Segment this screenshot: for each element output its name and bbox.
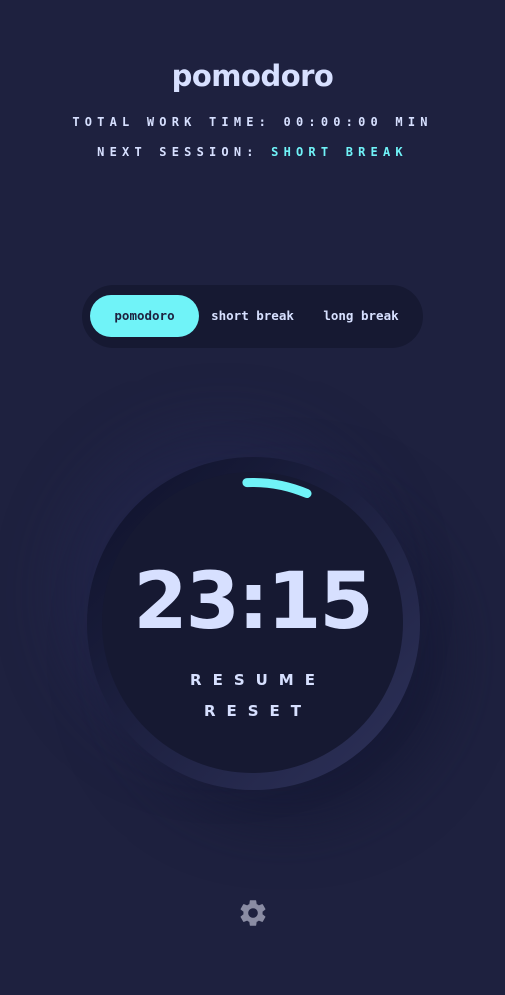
timer-time: 23:15	[133, 557, 373, 647]
total-work-time-label: TOTAL WORK TIME:	[72, 115, 272, 129]
total-work-time-unit: MIN	[395, 115, 433, 129]
next-session-value: SHORT BREAK	[271, 145, 408, 159]
resume-button[interactable]: RESUME	[102, 671, 403, 689]
settings-button[interactable]	[237, 897, 269, 929]
total-work-time: TOTAL WORK TIME: 00:00:00 MIN	[0, 115, 505, 129]
tab-pomodoro[interactable]: pomodoro	[90, 295, 199, 337]
next-session-label: NEXT SESSION:	[97, 145, 259, 159]
tab-long-break[interactable]: long break	[306, 295, 416, 337]
app-title: pomodoro	[171, 59, 334, 93]
gear-icon	[240, 900, 266, 926]
mode-switch: pomodoro short break long break	[82, 285, 423, 348]
total-work-time-value: 00:00:00	[283, 115, 383, 129]
tab-short-break[interactable]: short break	[199, 295, 306, 337]
next-session: NEXT SESSION: SHORT BREAK	[0, 145, 505, 159]
reset-button[interactable]: RESET	[102, 702, 403, 720]
timer-progress-arc	[242, 478, 312, 499]
